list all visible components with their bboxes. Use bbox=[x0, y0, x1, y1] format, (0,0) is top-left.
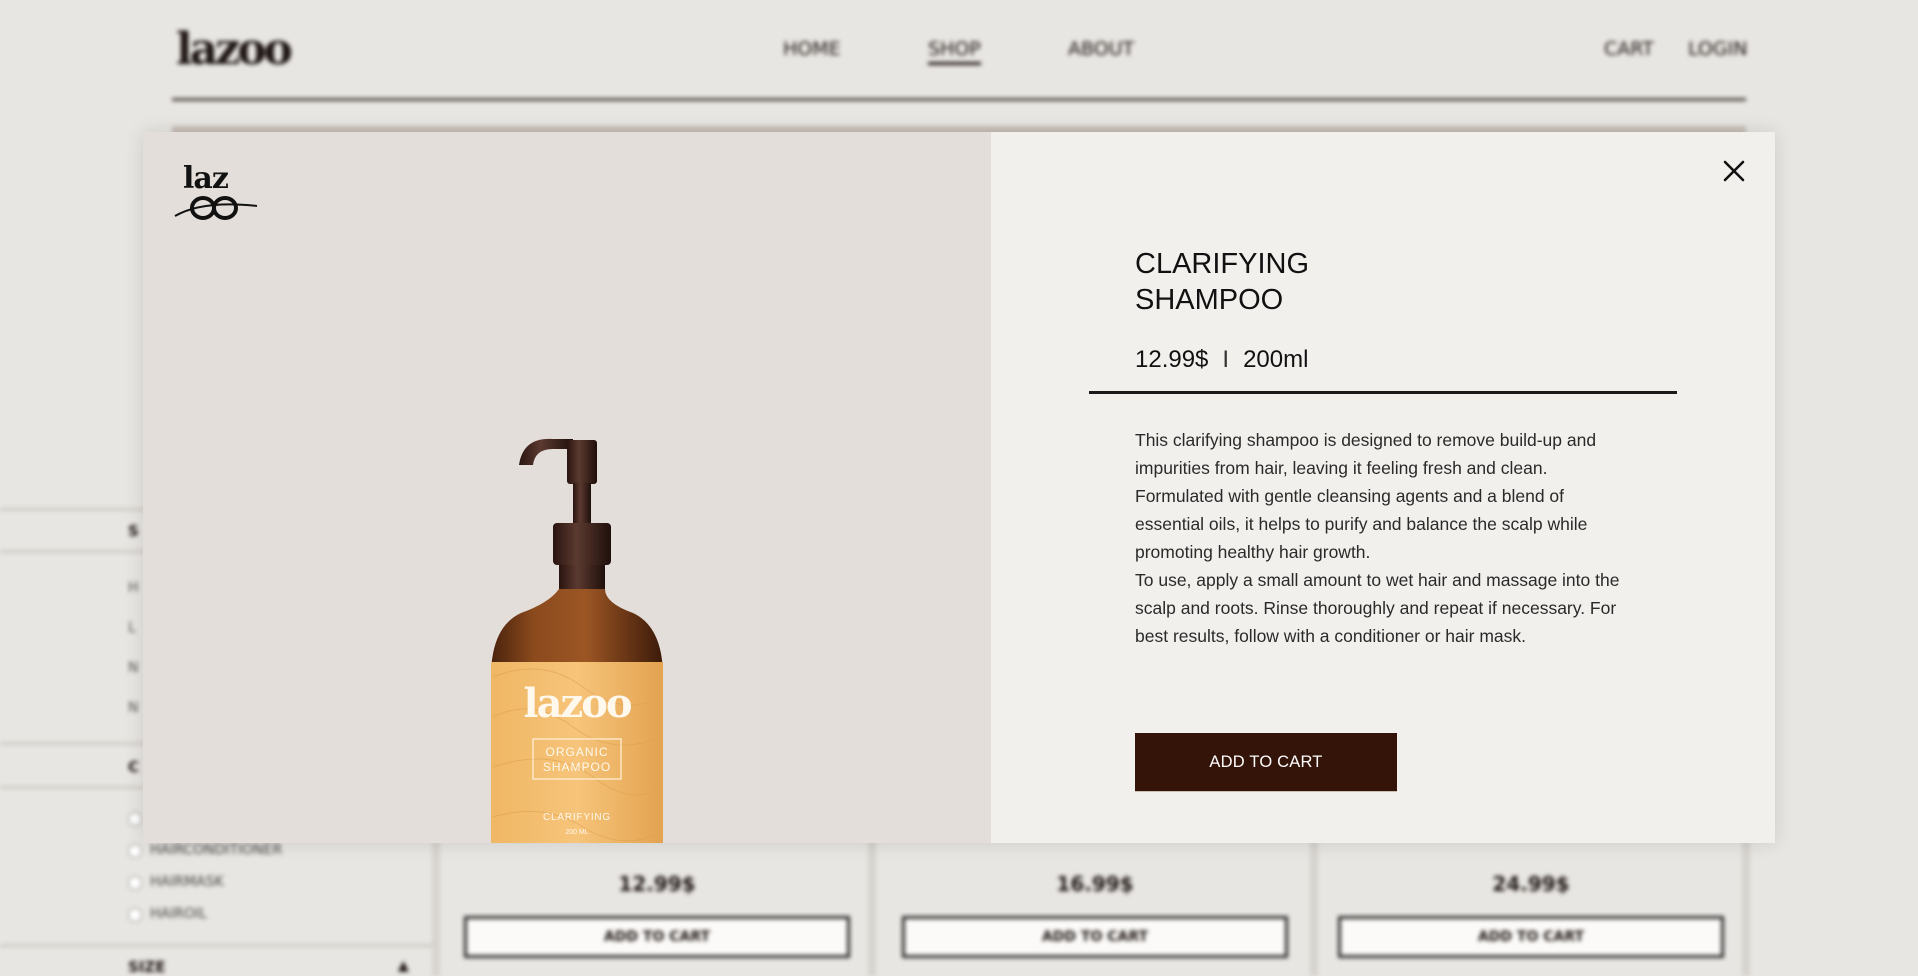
svg-text:laz: laz bbox=[183, 161, 229, 196]
grid-column-divider bbox=[868, 840, 876, 976]
filter-item[interactable]: N bbox=[128, 700, 138, 716]
filter-radio-label: HAIRCONDITIONER bbox=[150, 842, 283, 858]
filter-radio[interactable] bbox=[128, 844, 142, 858]
grid-column-divider bbox=[432, 840, 440, 976]
header-divider bbox=[172, 98, 1746, 101]
product-title: CLARIFYING SHAMPOO bbox=[1135, 248, 1310, 316]
product-description: This clarifying shampoo is designed to r… bbox=[1135, 426, 1635, 650]
add-to-cart-button[interactable]: ADD TO CART bbox=[1135, 733, 1397, 791]
description-paragraph: To use, apply a small amount to wet hair… bbox=[1135, 570, 1620, 646]
price-separator: I bbox=[1222, 346, 1230, 373]
filter-radio-label: HAIROIL bbox=[150, 906, 207, 922]
filter-item[interactable]: H bbox=[128, 580, 139, 596]
product-modal: laz lazoo ORGANIC SHAMPOO CLARIFYING 200… bbox=[143, 132, 1775, 843]
nav-home[interactable]: HOME bbox=[783, 38, 841, 60]
nav-cart[interactable]: CART bbox=[1604, 38, 1654, 60]
product-price: 16.99$ bbox=[1056, 872, 1134, 896]
nav-shop[interactable]: SHOP bbox=[928, 38, 981, 65]
add-to-cart-button[interactable]: ADD TO CART bbox=[464, 916, 850, 958]
grid-column-divider bbox=[1310, 840, 1318, 976]
filter-item[interactable]: N bbox=[128, 660, 138, 676]
filter-radio-label: HAIRMASK bbox=[150, 874, 224, 890]
sidebar-divider bbox=[0, 944, 432, 947]
bottle-label-line2: SHAMPOO bbox=[543, 760, 611, 774]
shampoo-bottle-image: lazoo ORGANIC SHAMPOO CLARIFYING 200 ML bbox=[491, 438, 663, 843]
product-volume: 200ml bbox=[1243, 346, 1309, 373]
filter-section-label[interactable]: C bbox=[128, 758, 139, 776]
filter-radio[interactable] bbox=[128, 812, 142, 826]
filter-item[interactable]: L bbox=[128, 620, 136, 636]
filter-radio[interactable] bbox=[128, 876, 142, 890]
product-price: 12.99$ bbox=[1135, 346, 1209, 373]
info-divider bbox=[1089, 391, 1677, 394]
bottle-label-line1: ORGANIC bbox=[545, 745, 608, 759]
nav-login[interactable]: LOGIN bbox=[1688, 38, 1747, 60]
bottle-brand-text: lazoo bbox=[523, 680, 632, 727]
nav-about[interactable]: ABOUT bbox=[1068, 38, 1134, 60]
product-price: 12.99$ bbox=[618, 872, 696, 896]
filter-section-label[interactable]: SIZE bbox=[128, 958, 166, 976]
filter-section-label[interactable]: S bbox=[128, 522, 139, 540]
lazoo-logo: laz bbox=[174, 161, 258, 220]
close-icon[interactable] bbox=[1719, 156, 1749, 186]
add-to-cart-button[interactable]: ADD TO CART bbox=[1338, 916, 1724, 958]
filter-radio[interactable] bbox=[128, 908, 142, 922]
product-price: 24.99$ bbox=[1492, 872, 1570, 896]
product-info-panel: CLARIFYING SHAMPOO 12.99$ I 200ml This c… bbox=[991, 132, 1775, 843]
bottle-label-variant: CLARIFYING bbox=[543, 812, 611, 823]
description-paragraph: This clarifying shampoo is designed to r… bbox=[1135, 430, 1597, 562]
chevron-up-icon[interactable]: ▲ bbox=[398, 958, 409, 974]
site-logo[interactable]: lazoo bbox=[176, 24, 293, 75]
product-image-panel: laz lazoo ORGANIC SHAMPOO CLARIFYING 200… bbox=[143, 132, 991, 843]
grid-column-divider bbox=[1742, 840, 1750, 976]
add-to-cart-button[interactable]: ADD TO CART bbox=[902, 916, 1288, 958]
bottle-label-size: 200 ML bbox=[565, 829, 588, 836]
price-row: 12.99$ I 200ml bbox=[1135, 346, 1308, 374]
